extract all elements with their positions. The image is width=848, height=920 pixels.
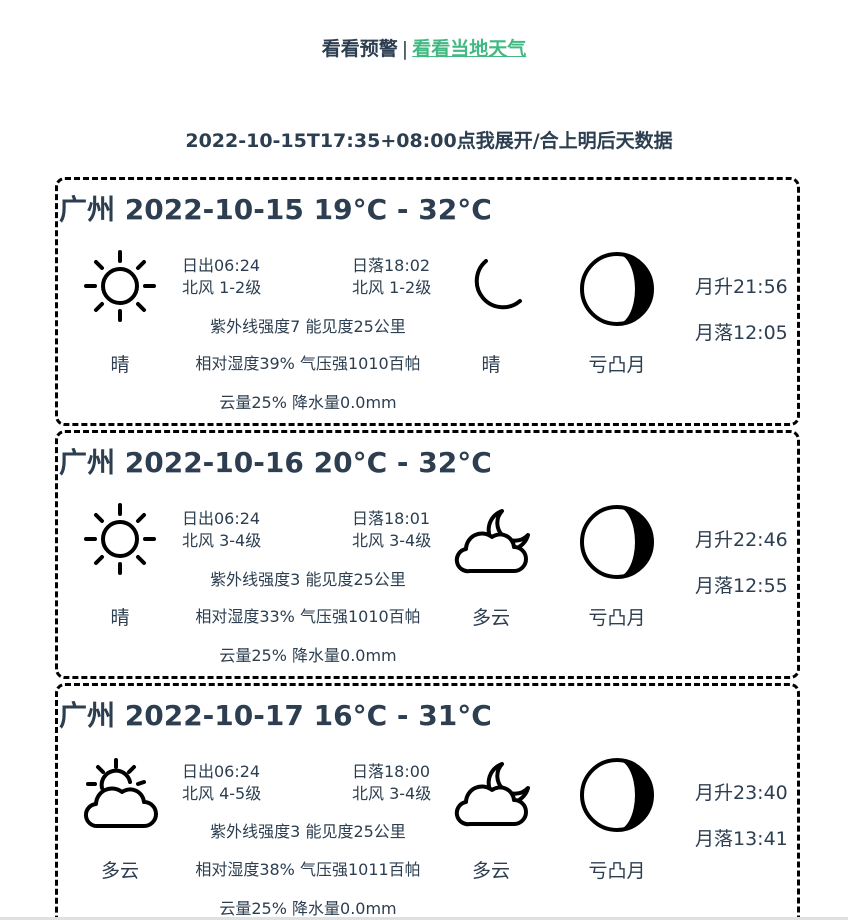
warnings-link[interactable]: 看看预警: [322, 38, 398, 60]
night-wind: 北风 3-4级: [352, 531, 432, 550]
humidity-pressure: 相对湿度38% 气压强1011百帕: [195, 860, 421, 879]
sunrise-time: 日出06:24: [182, 256, 261, 275]
card-title: 广州 2022-10-16 20°C - 32°C: [59, 446, 492, 479]
moonrise-time: 月升22:46: [695, 529, 788, 551]
expand-toggle[interactable]: 2022-10-15T17:35+08:00点我展开/合上明后天数据: [0, 126, 848, 153]
card-title: 广州 2022-10-15 19°C - 32°C: [59, 193, 492, 226]
sunrise-time: 日出06:24: [182, 509, 261, 528]
top-nav: 看看预警 | 看看当地天气: [0, 34, 848, 61]
humidity-pressure: 相对湿度33% 气压强1010百帕: [195, 607, 421, 626]
moon-phase-text: 亏凸月: [588, 354, 646, 376]
uv-visibility: 紫外线强度3 能见度25公里: [210, 570, 406, 589]
moonset-time: 月落12:55: [695, 575, 788, 597]
moonrise-time: 月升21:56: [695, 276, 788, 298]
forecast-card: 广州 2022-10-15 19°C - 32°C 晴 日出06:24 日落18…: [55, 177, 800, 426]
moonset-time: 月落12:05: [695, 322, 788, 344]
sunrise-time: 日出06:24: [182, 762, 261, 781]
sunset-time: 日落18:00: [352, 762, 431, 781]
uv-visibility: 紫外线强度7 能见度25公里: [210, 317, 406, 336]
moon-phase-text: 亏凸月: [588, 860, 646, 882]
card-title: 广州 2022-10-17 16°C - 31°C: [59, 699, 492, 732]
forecast-card: 广州 2022-10-16 20°C - 32°C 晴 日出06:24 日落18…: [55, 430, 800, 679]
sunset-time: 日落18:02: [352, 256, 431, 275]
uv-visibility: 紫外线强度3 能见度25公里: [210, 822, 406, 841]
moonset-time: 月落13:41: [695, 828, 788, 850]
day-wind: 北风 1-2级: [182, 278, 262, 297]
forecast-card: 广州 2022-10-17 16°C - 31°C 多云 日出06:24 日落1…: [55, 683, 800, 920]
cloud-precip: 云量25% 降水量0.0mm: [219, 899, 397, 918]
night-wind: 北风 1-2级: [352, 278, 432, 297]
night-weather-text: 多云: [471, 860, 510, 882]
day-wind: 北风 4-5级: [182, 784, 262, 803]
moonrise-time: 月升23:40: [695, 782, 788, 804]
humidity-pressure: 相对湿度39% 气压强1010百帕: [195, 354, 421, 373]
moon-phase-text: 亏凸月: [588, 607, 646, 629]
sunset-time: 日落18:01: [352, 509, 431, 528]
day-wind: 北风 3-4级: [182, 531, 262, 550]
nav-separator: |: [401, 38, 409, 60]
night-weather-text: 晴: [481, 354, 501, 376]
cloudy-night-icon: [454, 758, 532, 830]
night-weather-text: 多云: [471, 607, 510, 629]
cloud-precip: 云量25% 降水量0.0mm: [219, 393, 397, 412]
waning-gibbous-icon: [577, 755, 657, 835]
night-wind: 北风 3-4级: [352, 784, 432, 803]
cloud-precip: 云量25% 降水量0.0mm: [219, 646, 397, 665]
waning-gibbous-icon: [577, 249, 657, 329]
local-weather-link[interactable]: 看看当地天气: [412, 38, 526, 60]
cloudy-night-icon: [454, 505, 532, 577]
moon-icon: [460, 255, 526, 321]
waning-gibbous-icon: [577, 502, 657, 582]
